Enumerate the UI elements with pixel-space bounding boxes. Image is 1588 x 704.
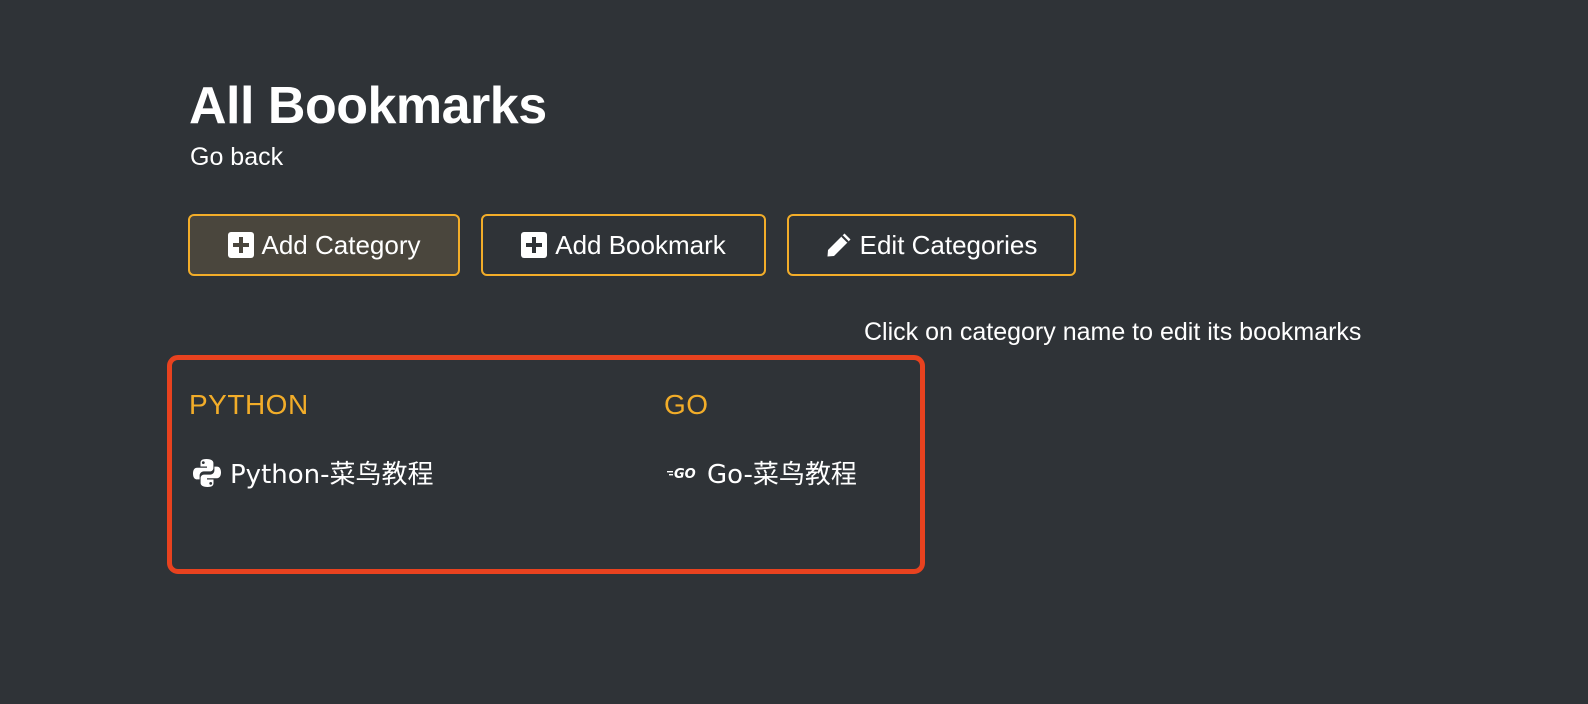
go-back-link[interactable]: Go back: [190, 142, 283, 172]
add-category-label: Add Category: [261, 229, 421, 260]
plus-square-icon: [521, 232, 548, 258]
add-bookmark-label: Add Bookmark: [555, 229, 726, 260]
plus-square-icon: [227, 232, 254, 258]
bookmark-item[interactable]: GO Go-菜鸟教程: [667, 454, 857, 491]
svg-text:GO: GO: [674, 467, 696, 481]
edit-categories-button[interactable]: Edit Categories: [787, 214, 1076, 276]
golang-icon: GO: [667, 465, 699, 481]
bookmark-item[interactable]: Python-菜鸟教程: [192, 454, 434, 491]
category-go: GO: [664, 388, 709, 422]
add-category-button[interactable]: Add Category: [188, 214, 460, 276]
bookmark-label: Python-菜鸟教程: [230, 460, 434, 490]
edit-hint: Click on category name to edit its bookm…: [864, 318, 1362, 346]
edit-categories-label: Edit Categories: [859, 229, 1038, 260]
category-python: PYTHON: [189, 388, 309, 422]
python-icon: [192, 458, 222, 488]
category-name[interactable]: PYTHON: [189, 388, 309, 422]
page-title: All Bookmarks: [189, 77, 547, 135]
category-name[interactable]: GO: [664, 388, 709, 422]
pencil-icon: [826, 232, 852, 258]
bookmark-label: Go-菜鸟教程: [707, 460, 857, 490]
add-bookmark-button[interactable]: Add Bookmark: [481, 214, 766, 276]
